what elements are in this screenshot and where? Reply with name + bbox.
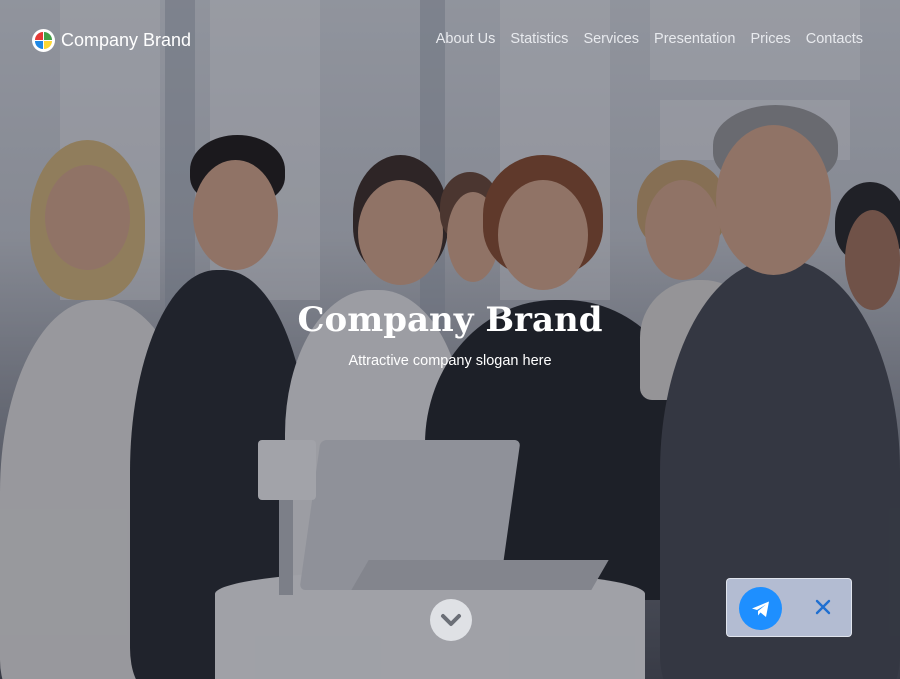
nav-statistics[interactable]: Statistics xyxy=(510,31,568,47)
brand-name[interactable]: Company Brand xyxy=(61,30,191,51)
nav-about-us[interactable]: About Us xyxy=(436,31,496,47)
logo-quadrant xyxy=(35,41,43,49)
scroll-down-button[interactable] xyxy=(430,599,472,641)
nav-services[interactable]: Services xyxy=(583,31,639,47)
messenger-widget xyxy=(726,578,852,637)
nav-presentation[interactable]: Presentation xyxy=(654,31,735,47)
widget-close-button[interactable] xyxy=(813,597,833,617)
logo-quadrant xyxy=(35,32,43,40)
nav-menu: About Us Statistics Services Presentatio… xyxy=(436,31,863,47)
telegram-icon xyxy=(751,601,769,617)
close-icon xyxy=(815,599,831,615)
brand[interactable]: Company Brand xyxy=(32,29,191,52)
nav-contacts[interactable]: Contacts xyxy=(806,31,863,47)
logo-quadrant xyxy=(44,41,52,49)
telegram-button[interactable] xyxy=(739,587,782,630)
hero-title: Company Brand xyxy=(297,300,603,340)
logo-quadrant xyxy=(44,32,52,40)
chevron-down-icon xyxy=(441,614,461,626)
brand-logo-icon xyxy=(32,29,55,52)
hero-slogan: Attractive company slogan here xyxy=(348,353,552,369)
navbar: Company Brand About Us Statistics Servic… xyxy=(0,0,900,80)
nav-prices[interactable]: Prices xyxy=(750,31,790,47)
